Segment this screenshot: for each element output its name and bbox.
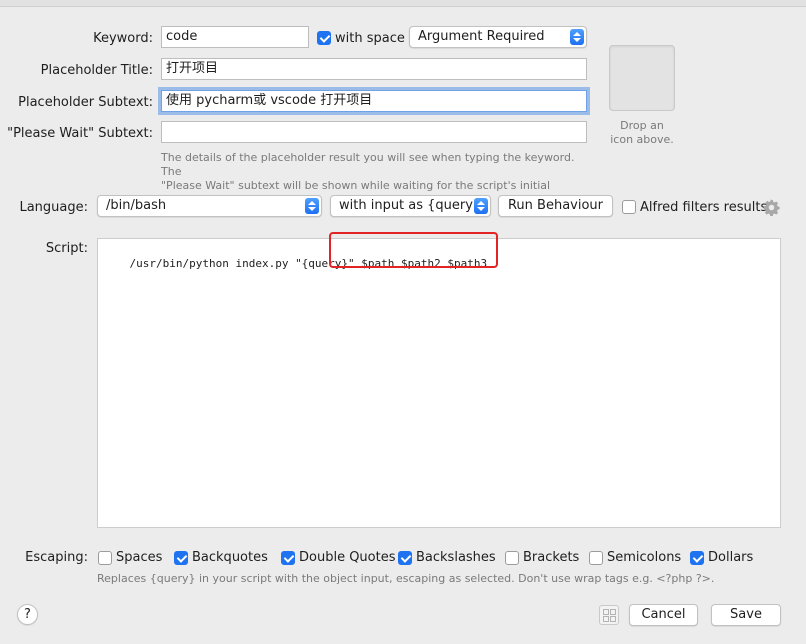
placeholder-title-label: Placeholder Title:	[40, 63, 153, 78]
details-hint-line1: The details of the placeholder result yo…	[161, 151, 575, 178]
help-button[interactable]: ?	[17, 604, 38, 625]
escaping-double-quotes-label: Double Quotes	[299, 550, 396, 565]
cancel-button[interactable]: Cancel	[629, 604, 698, 626]
placeholder-subtext-input[interactable]: 使用 pycharm或 vscode 打开项目	[161, 90, 587, 112]
escaping-backquotes-checkbox[interactable]	[174, 551, 188, 565]
please-wait-subtext-label: "Please Wait" Subtext:	[7, 126, 153, 141]
placeholder-title-input[interactable]: 打开项目	[161, 58, 587, 80]
escaping-brackets-label: Brackets	[523, 550, 580, 565]
script-command: /usr/bin/python index.py "{query}"	[129, 257, 355, 270]
gear-icon[interactable]	[763, 199, 780, 217]
script-editor[interactable]: /usr/bin/python index.py "{query}" $path…	[97, 238, 781, 528]
argument-dropdown-value: Argument Required	[418, 29, 545, 44]
language-dropdown-value: /bin/bash	[106, 198, 167, 213]
input-mode-dropdown-value: with input as {query}	[339, 198, 482, 213]
escaping-semicolons-label: Semicolons	[607, 550, 682, 565]
icon-well-hint: Drop an icon above.	[597, 119, 687, 147]
please-wait-subtext-input[interactable]	[161, 121, 587, 143]
escaping-dollars-label: Dollars	[708, 550, 754, 565]
escaping-label: Escaping:	[25, 550, 88, 565]
escaping-backslashes-label: Backslashes	[416, 550, 496, 565]
icon-well-hint-line1: Drop an	[620, 119, 664, 132]
script-label: Script:	[45, 241, 88, 256]
escaping-dollars-checkbox[interactable]	[690, 551, 704, 565]
with-space-checkbox[interactable]	[317, 31, 331, 45]
escaping-spaces-checkbox[interactable]	[98, 551, 112, 565]
keyword-input[interactable]: code	[161, 26, 309, 48]
escaping-brackets-checkbox[interactable]	[505, 551, 519, 565]
save-button[interactable]: Save	[711, 604, 781, 626]
language-dropdown[interactable]: /bin/bash	[97, 195, 322, 217]
grid-layout-icon[interactable]	[599, 605, 619, 625]
escaping-hint: Replaces {query} in your script with the…	[97, 572, 715, 585]
escaping-semicolons-checkbox[interactable]	[589, 551, 603, 565]
escaping-spaces-label: Spaces	[116, 550, 163, 565]
escaping-backquotes-label: Backquotes	[192, 550, 268, 565]
run-behaviour-button[interactable]: Run Behaviour	[498, 195, 613, 217]
placeholder-subtext-label: Placeholder Subtext:	[18, 95, 153, 110]
alfred-filters-label: Alfred filters results	[640, 200, 768, 215]
alfred-filters-checkbox[interactable]	[622, 200, 636, 214]
chevron-updown-icon	[570, 29, 584, 45]
input-mode-dropdown[interactable]: with input as {query}	[330, 195, 491, 217]
icon-drop-well[interactable]	[609, 45, 675, 111]
chevron-updown-icon	[305, 198, 319, 214]
escaping-double-quotes-checkbox[interactable]	[281, 551, 295, 565]
with-space-label: with space	[335, 31, 405, 46]
icon-well-hint-line2: icon above.	[610, 133, 674, 146]
window-top-edge	[0, 0, 806, 7]
annotation-highlight-box	[329, 232, 498, 268]
escaping-options: Spaces Backquotes Double Quotes Backslas…	[97, 550, 777, 566]
chevron-updown-icon	[474, 198, 488, 214]
keyword-label: Keyword:	[93, 31, 153, 46]
argument-dropdown[interactable]: Argument Required	[409, 26, 587, 48]
language-label: Language:	[19, 200, 88, 215]
escaping-backslashes-checkbox[interactable]	[398, 551, 412, 565]
